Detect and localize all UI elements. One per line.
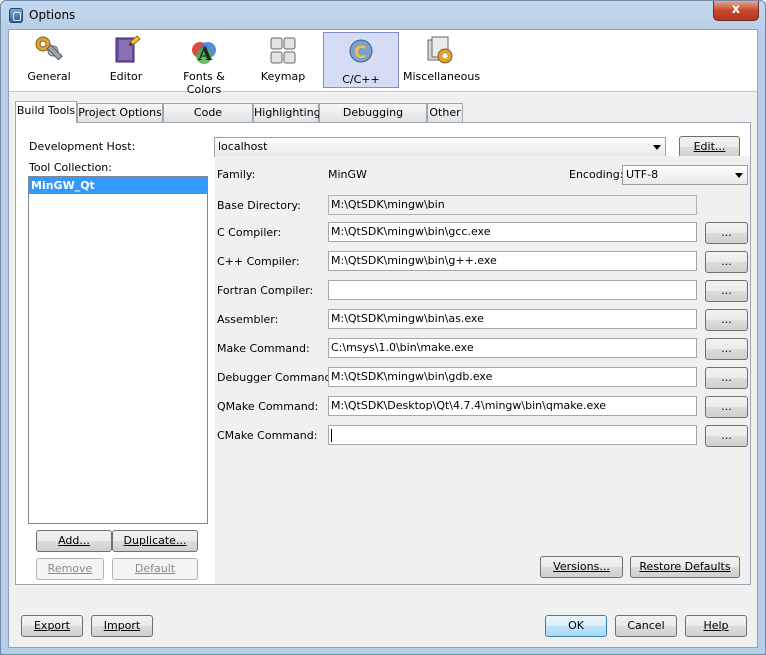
tab-debugging-options[interactable]: Debugging Options (319, 103, 427, 136)
tool-label-assembler: Assembler: (217, 313, 279, 326)
assembler-field[interactable]: M:\QtSDK\mingw\bin\as.exe (328, 309, 697, 329)
dev-host-select[interactable]: localhost (214, 137, 666, 157)
export-button[interactable]: Export (21, 615, 83, 637)
cpp-compiler-field[interactable]: M:\QtSDK\mingw\bin\g++.exe (328, 251, 697, 271)
default-collection-button[interactable]: Default (112, 558, 198, 580)
restore-defaults-label: Restore Defaults (639, 560, 731, 573)
default-collection-label: Default (134, 562, 176, 575)
browse-fortran-compiler-button[interactable]: ... (705, 280, 748, 302)
browse-debugger-command-button[interactable]: ... (705, 367, 748, 389)
help-label: Help (703, 619, 729, 632)
make-command-field[interactable]: C:\msys\1.0\bin\make.exe (328, 338, 697, 358)
category-c-cpp[interactable]: C C/C++ (323, 32, 399, 88)
category-fonts-colors[interactable]: A Fonts & Colors (165, 32, 243, 96)
encoding-value: UTF-8 (626, 168, 659, 181)
list-item[interactable]: MinGW_Qt (29, 177, 207, 194)
chevron-down-icon (653, 145, 661, 150)
tab-build-tools[interactable]: Build Tools (15, 101, 77, 123)
category-label: C/C++ (342, 73, 380, 86)
window-title: Options (29, 8, 76, 22)
edit-host-label: Edit... (693, 140, 726, 153)
tab-highlighting[interactable]: Highlighting (253, 103, 321, 122)
category-editor[interactable]: Editor (97, 32, 155, 88)
category-label: Editor (109, 70, 143, 83)
base-dir-field: M:\QtSDK\mingw\bin (328, 195, 697, 215)
cmake-command-field[interactable] (328, 425, 697, 445)
family-label: Family: (217, 168, 256, 181)
browse-c-compiler-button[interactable]: ... (705, 222, 748, 244)
import-button[interactable]: Import (91, 615, 153, 637)
remove-collection-label: Remove (47, 562, 93, 575)
import-label: Import (103, 619, 141, 632)
fortran-compiler-field[interactable] (328, 280, 697, 300)
keyboard-keys-icon (270, 37, 296, 64)
duplicate-collection-button[interactable]: Duplicate... (112, 530, 198, 552)
tool-label-make-command: Make Command: (217, 342, 310, 355)
browse-cpp-compiler-button[interactable]: ... (705, 251, 748, 273)
build-tools-panel: Development Host: localhost Edit... Tool… (15, 122, 751, 585)
restore-defaults-button[interactable]: Restore Defaults (630, 556, 740, 578)
tool-label-qmake-command: QMake Command: (217, 400, 319, 413)
tool-label-fortran-compiler: Fortran Compiler: (217, 284, 314, 297)
editor-book-pencil-icon (115, 35, 141, 63)
svg-text:C: C (354, 43, 366, 63)
dev-host-label: Development Host: (29, 140, 136, 153)
encoding-select[interactable]: UTF-8 (622, 165, 748, 185)
title-bar[interactable]: Options x (1, 1, 765, 29)
category-toolbar: General Editor A Fonts & Colors Keymap C… (9, 30, 757, 96)
category-label: Miscellaneous (403, 70, 481, 83)
app-icon (9, 8, 23, 23)
chevron-down-icon (735, 173, 743, 178)
cpp-icon: C (349, 39, 373, 63)
svg-text:A: A (197, 44, 213, 65)
ok-button[interactable]: OK (545, 615, 607, 637)
tool-collection-list[interactable]: MinGW_Qt (28, 176, 208, 524)
base-dir-label: Base Directory: (217, 199, 301, 212)
dev-host-value: localhost (218, 140, 268, 153)
duplicate-collection-label: Duplicate... (123, 534, 187, 547)
debugger-command-field[interactable]: M:\QtSDK\mingw\bin\gdb.exe (328, 367, 697, 387)
family-value: MinGW (328, 168, 367, 181)
tool-collection-label: Tool Collection: (29, 161, 112, 174)
text-caret (331, 428, 332, 442)
qmake-command-field[interactable]: M:\QtSDK\Desktop\Qt\4.7.4\mingw\bin\qmak… (328, 396, 697, 416)
fonts-colors-icon: A (192, 42, 216, 65)
tool-label-cpp-compiler: C++ Compiler: (217, 255, 300, 268)
versions-label: Versions... (553, 560, 610, 573)
browse-cmake-command-button[interactable]: ... (705, 425, 748, 447)
tab-project-options[interactable]: Project Options (77, 103, 163, 122)
category-label: General (27, 70, 71, 83)
category-general[interactable]: General (23, 32, 75, 88)
versions-button[interactable]: Versions... (540, 556, 623, 578)
browse-qmake-command-button[interactable]: ... (705, 396, 748, 418)
misc-gear-icon (427, 36, 453, 64)
encoding-label: Encoding: (569, 168, 624, 181)
tool-settings-area: Family: MinGW Encoding: UTF-8 Base Direc… (215, 156, 750, 584)
tool-label-c-compiler: C Compiler: (217, 226, 282, 239)
category-keymap[interactable]: Keymap (253, 32, 313, 88)
tab-other[interactable]: Other (427, 103, 463, 122)
export-label: Export (33, 619, 70, 632)
dialog-client: General Editor A Fonts & Colors Keymap C… (8, 29, 758, 648)
edit-host-button[interactable]: Edit... (679, 136, 740, 158)
browse-make-command-button[interactable]: ... (705, 338, 748, 360)
category-miscellaneous[interactable]: Miscellaneous (403, 32, 481, 88)
category-label: Fonts & Colors (183, 70, 225, 96)
wrench-gears-icon (35, 36, 63, 61)
add-collection-label: Add... (58, 534, 90, 547)
close-button[interactable]: x (713, 1, 759, 21)
remove-collection-button[interactable]: Remove (36, 558, 104, 580)
help-button[interactable]: Help (685, 615, 747, 637)
options-window: Options x General Editor A Fonts & Color… (0, 0, 766, 655)
tab-code-assistance[interactable]: Code Assistance (163, 103, 253, 136)
c-compiler-field[interactable]: M:\QtSDK\mingw\bin\gcc.exe (328, 222, 697, 242)
category-label: Keymap (260, 70, 306, 83)
add-collection-button[interactable]: Add... (36, 530, 112, 552)
tool-label-debugger-command: Debugger Command: (217, 371, 336, 384)
browse-assembler-button[interactable]: ... (705, 309, 748, 331)
tool-label-cmake-command: CMake Command: (217, 429, 318, 442)
cancel-button[interactable]: Cancel (615, 615, 677, 637)
